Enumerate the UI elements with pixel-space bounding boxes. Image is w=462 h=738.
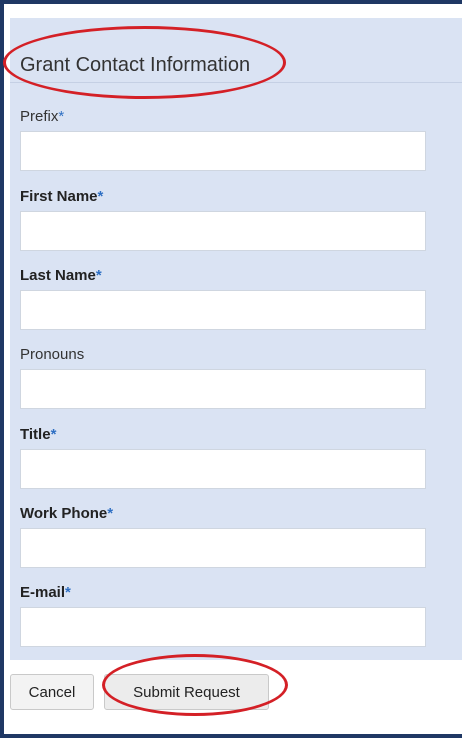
required-marker: * [65, 584, 71, 601]
first-name-field[interactable] [20, 211, 426, 251]
work-phone-field[interactable] [20, 528, 426, 568]
required-marker: * [97, 188, 104, 205]
first-name-label: First Name* [20, 188, 104, 205]
prefix-label: Prefix* [20, 108, 65, 125]
last-name-label: Last Name* [20, 267, 102, 284]
submit-request-button[interactable]: Submit Request [104, 674, 269, 710]
title-field[interactable] [20, 449, 426, 489]
title-label: Title* [20, 426, 57, 443]
pronouns-field[interactable] [20, 369, 426, 409]
email-label: E-mail* [20, 584, 71, 601]
cancel-button[interactable]: Cancel [10, 674, 94, 710]
required-marker: * [50, 426, 57, 443]
required-marker: * [58, 108, 65, 125]
last-name-field[interactable] [20, 290, 426, 330]
required-marker: * [95, 267, 102, 284]
panel-title: Grant Contact Information [20, 54, 251, 76]
work-phone-label: Work Phone* [20, 505, 114, 522]
required-marker: * [107, 505, 114, 522]
email-field[interactable] [20, 607, 426, 647]
prefix-field[interactable] [20, 131, 426, 171]
pronouns-label: Pronouns [20, 346, 85, 363]
